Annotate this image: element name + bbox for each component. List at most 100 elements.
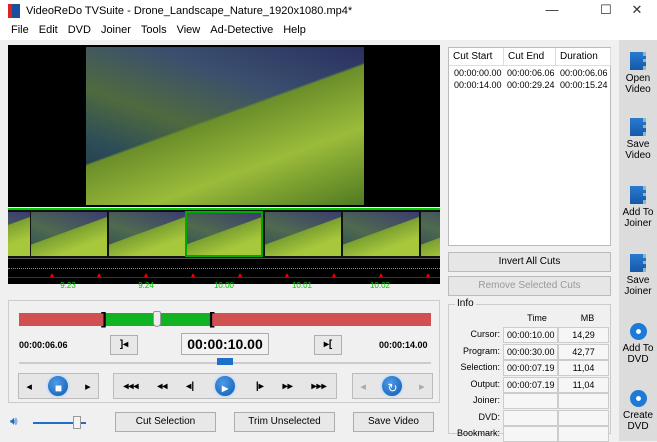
app-icon <box>8 4 20 18</box>
add-to-joiner-button[interactable]: Add To Joiner <box>619 186 657 229</box>
header-cut-end[interactable]: Cut End <box>504 48 556 66</box>
cut-row[interactable]: 00:00:00.00 00:00:06.06 00:00:06.06 <box>449 68 608 78</box>
rewind-icon[interactable]: ◂◂ <box>157 381 167 392</box>
thumbnail-strip[interactable] <box>8 210 440 258</box>
timeline-label: 9.24 <box>138 281 154 290</box>
timeline-ruler[interactable]: 9.23 9.24 10.00 10.01 10.02 <box>8 258 440 290</box>
thumbnail[interactable] <box>343 212 419 256</box>
label: Video <box>625 150 651 161</box>
cut-end: 00:00:06.06 <box>507 68 555 78</box>
info-mb-value <box>558 426 609 442</box>
maximize-button[interactable]: ☐ <box>591 2 621 20</box>
save-video-sidebar-button[interactable]: Save Video <box>619 118 657 161</box>
menu-help[interactable]: Help <box>278 22 311 40</box>
info-time-value: 00:00:10.00 <box>503 327 558 343</box>
thumbnail[interactable] <box>421 212 440 256</box>
cut-list[interactable]: Cut Start Cut End Duration 00:00:00.00 00… <box>448 47 611 246</box>
dotted-track <box>8 268 440 269</box>
menu-file[interactable]: File <box>6 22 34 40</box>
close-button[interactable]: ✕ <box>622 2 652 20</box>
thumbnail[interactable] <box>265 212 341 256</box>
selection-start-time: 00:00:06.06 <box>19 340 68 350</box>
video-preview[interactable] <box>8 45 440 207</box>
info-time-value <box>503 393 558 409</box>
volume-thumb[interactable] <box>73 416 81 429</box>
menu-dvd[interactable]: DVD <box>63 22 96 40</box>
frame-tick <box>426 273 430 277</box>
save-joiner-button[interactable]: Save Joiner <box>619 254 657 297</box>
play-button[interactable]: ▸ <box>213 374 237 398</box>
transport-group: ◂◂◂ ◂◂ ◂| ▸ |▸ ▸▸ ▸▸▸ <box>113 373 337 399</box>
info-mb-value: 11,04 <box>558 376 609 393</box>
position-slider-thumb[interactable] <box>217 358 233 365</box>
timeline-label: 10.02 <box>369 281 391 290</box>
current-time-display[interactable]: 00:00:10.00 <box>181 333 269 355</box>
header-duration[interactable]: Duration <box>556 48 611 66</box>
info-mb-value <box>558 409 609 426</box>
menu-tools[interactable]: Tools <box>136 22 172 40</box>
frame-tick <box>97 273 101 277</box>
add-to-dvd-button[interactable]: Add To DVD <box>619 323 657 365</box>
stop-button[interactable]: ■ <box>46 374 71 398</box>
trim-unselected-button[interactable]: Trim Unselected <box>234 412 335 432</box>
save-video-button[interactable]: Save Video <box>353 412 434 432</box>
fast-forward-icon[interactable]: ▸▸ <box>283 381 293 392</box>
cut-row[interactable]: 00:00:14.00 00:00:29.24 00:00:15.24 <box>449 80 608 90</box>
loop-button[interactable]: ↻ <box>380 374 405 398</box>
thumbnail[interactable] <box>109 212 185 256</box>
step-forward-icon[interactable]: |▸ <box>256 381 264 392</box>
volume-icon[interactable]: 🔊︎ <box>10 414 18 429</box>
add-to-dvd-icon <box>629 323 647 340</box>
fast-forward-max-icon[interactable]: ▸▸▸ <box>312 381 327 392</box>
cursor-handle[interactable] <box>153 311 161 327</box>
timeline-baseline <box>8 277 440 278</box>
selection-bar[interactable]: ] [ <box>19 310 431 327</box>
label: Add To <box>622 343 654 354</box>
info-row-label: Bookmark: <box>456 428 500 438</box>
info-mb-value <box>558 393 609 409</box>
save-joiner-icon <box>630 254 646 272</box>
stop-group: ◂ ■ ▸ <box>18 373 99 399</box>
selection-end-marker[interactable]: [ <box>209 310 215 327</box>
cut-selection-button[interactable]: Cut Selection <box>115 412 216 432</box>
header-cut-start[interactable]: Cut Start <box>449 48 504 66</box>
menu-bar: File Edit DVD Joiner Tools View Ad-Detec… <box>0 22 657 40</box>
selection-start-marker[interactable]: ] <box>101 310 107 327</box>
timeline-label: 10.00 <box>213 281 235 290</box>
thumbnail-selected[interactable] <box>185 211 263 257</box>
info-row-label: Output: <box>470 378 500 389</box>
set-selection-start-button[interactable]: ]◂ <box>110 335 138 355</box>
create-dvd-button[interactable]: Create DVD <box>619 390 657 432</box>
playback-panel: ] [ 00:00:06.06 ]◂ 00:00:10.00 ▸[ 00:00:… <box>8 300 440 403</box>
cut-duration: 00:00:06.06 <box>560 68 608 78</box>
info-row-label: Cursor: <box>470 329 500 339</box>
menu-view[interactable]: View <box>172 22 206 40</box>
label: DVD <box>627 354 649 365</box>
info-time-value: 00:00:07.19 <box>503 360 558 376</box>
info-row-label: Selection: <box>460 362 500 372</box>
info-title: Info <box>455 298 476 309</box>
invert-all-cuts-button[interactable]: Invert All Cuts <box>448 252 611 272</box>
thumbnail[interactable] <box>8 212 30 256</box>
frame-tick <box>144 273 148 277</box>
thumbnail[interactable] <box>31 212 107 256</box>
next-icon[interactable]: ▸ <box>85 380 91 393</box>
video-frame <box>86 47 364 205</box>
step-back-icon[interactable]: ◂| <box>186 381 194 392</box>
info-mb-value: 42,77 <box>558 343 609 360</box>
menu-joiner[interactable]: Joiner <box>96 22 136 40</box>
timeline-label: 9.23 <box>60 281 76 290</box>
cut-start: 00:00:00.00 <box>454 68 502 78</box>
menu-edit[interactable]: Edit <box>34 22 63 40</box>
set-selection-end-button[interactable]: ▸[ <box>314 335 342 355</box>
add-to-joiner-icon <box>630 186 646 204</box>
minimize-button[interactable]: — <box>537 2 567 20</box>
remove-selected-cuts-button[interactable]: Remove Selected Cuts <box>448 276 611 296</box>
info-mb-value: 11,04 <box>558 360 609 376</box>
open-video-button[interactable]: Open Video <box>619 52 657 95</box>
menu-ad-detective[interactable]: Ad-Detective <box>205 22 278 40</box>
rewind-fast-icon[interactable]: ◂◂◂ <box>123 381 138 392</box>
cut-end: 00:00:29.24 <box>507 80 555 90</box>
prev-icon[interactable]: ◂ <box>26 380 32 393</box>
next-disabled-icon: ▸ <box>419 380 425 393</box>
